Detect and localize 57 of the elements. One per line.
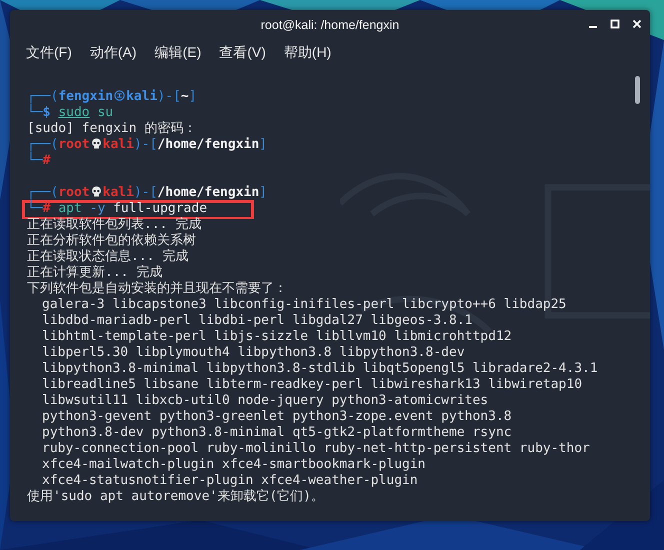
output-line: 正在读取状态信息... 完成 — [27, 249, 188, 264]
prompt-frame: )-[ — [157, 89, 181, 104]
user-name: root — [58, 185, 90, 200]
prompt-frame: ] — [259, 137, 267, 152]
path-text: /home/fengxin — [157, 137, 260, 152]
close-icon[interactable] — [632, 19, 642, 29]
output-line: [sudo] fengxin 的密码： — [27, 121, 196, 136]
package-list-line: ruby-connection-pool ruby-molinillo ruby-net-http-persistent ruby-thor — [42, 441, 590, 456]
prompt-frame: )-[ — [134, 185, 158, 200]
prompt-frame: ┌──( — [27, 185, 58, 200]
user-name: root — [58, 137, 90, 152]
host-name: kali — [102, 137, 134, 152]
maximize-icon[interactable] — [610, 19, 620, 29]
command-name: apt — [58, 201, 82, 216]
prompt-frame: ┌──( — [27, 137, 58, 152]
output-line: 正在计算更新... 完成 — [27, 265, 162, 280]
menu-item[interactable]: 文件(F) — [26, 44, 72, 62]
prompt-frame: └─ — [27, 153, 43, 168]
menu-item[interactable]: 编辑(E) — [154, 44, 202, 62]
prompt-frame: ] — [188, 89, 197, 104]
package-list-line: libwsutil11 libxcb-util0 node-jquery python3-atomicwrites — [42, 393, 488, 408]
prompt-frame: ┌──( — [27, 89, 58, 104]
scrollbar-thumb[interactable] — [635, 76, 640, 104]
package-list-line: python3-gevent python3-greenlet python3-zope.event python3.8 — [42, 409, 512, 424]
menu-item[interactable]: 帮助(H) — [284, 44, 332, 62]
command-argument: full-upgrade — [113, 201, 208, 216]
command-name: sudo — [58, 105, 90, 120]
package-list-line: libhtml-template-perl libjs-sizzle libllvm10 libmicrohttpd12 — [42, 329, 512, 344]
prompt-frame: ] — [259, 185, 267, 200]
prompt-sigil: $ — [42, 105, 50, 120]
command-option: -y — [90, 201, 106, 216]
prompt-sigil: # — [42, 153, 50, 168]
output-line: 正在读取软件包列表... 完成 — [27, 217, 202, 232]
package-list-line: xfce4-statusnotifier-plugin xfce4-weather-plugin — [42, 473, 418, 488]
package-list-line: galera-3 libcapstone3 libconfig-inifiles-perl libcrypto++6 libdap25 — [42, 297, 566, 312]
prompt-sigil: # — [42, 201, 50, 216]
package-list-line: libdbd-mariadb-perl libdbi-perl libgdal27 libgeos-3.8.1 — [42, 313, 472, 328]
output-line: 使用'sudo apt autoremove'来卸载它(它们)。 — [27, 489, 324, 504]
package-list-line: libperl5.30 libplymouth4 libpython3.8 libpython3.8-dev — [42, 345, 465, 360]
command-name: su — [97, 105, 114, 120]
path-text: /home/fengxin — [157, 185, 260, 200]
package-list-line: python3.8-dev python3.8-minimal qt5-gtk2-platformtheme rsync — [42, 425, 512, 440]
path-text: ~ — [180, 89, 189, 104]
prompt-frame: )-[ — [134, 137, 158, 152]
window-title: root@kali: /home/fengxin — [260, 18, 400, 32]
host-name: kali — [102, 185, 134, 200]
host-name: kali — [126, 89, 158, 104]
prompt-frame: └─ — [27, 201, 43, 216]
output-line: 下列软件包是自动安装的并且现在不需要了： — [27, 281, 287, 296]
menu-item[interactable]: 动作(A) — [90, 44, 137, 62]
menu-item[interactable]: 查看(V) — [219, 44, 266, 62]
package-list-line: xfce4-mailwatch-plugin xfce4-smartbookmark-plugin — [42, 457, 426, 472]
package-list-line: libreadline5 libsane libterm-readkey-perl libwireshark13 libwiretap10 — [42, 377, 582, 392]
package-list-line: libpython3.8-minimal libpython3.8-stdlib libqt5opengl5 libradare2-4.3.1 — [42, 361, 598, 376]
user-name: fengxin — [58, 89, 114, 104]
prompt-frame: └─ — [27, 105, 43, 120]
output-line: 正在分析软件包的依赖关系树 — [27, 233, 196, 248]
